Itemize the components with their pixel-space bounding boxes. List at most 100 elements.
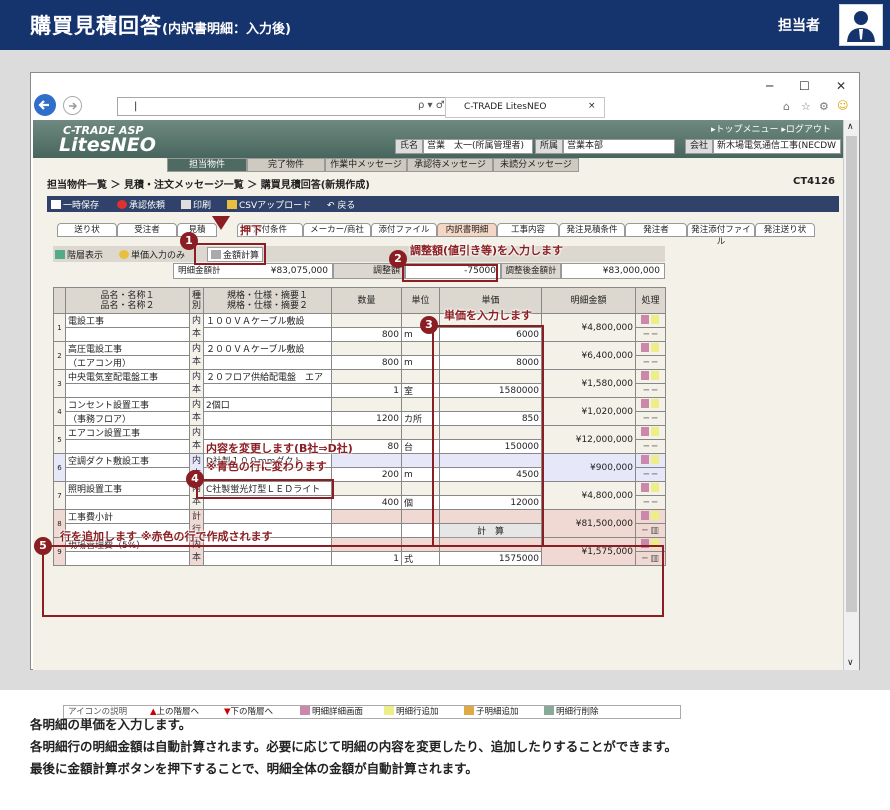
- subtab-receiver[interactable]: 受注者: [117, 223, 177, 237]
- qty-input[interactable]: 1200: [331, 411, 402, 426]
- tab-completed[interactable]: 完了物件: [247, 158, 325, 172]
- add-row-icon[interactable]: [650, 343, 659, 352]
- row-actions-2[interactable]: ─ ─: [635, 383, 666, 398]
- search-icon[interactable]: ρ ▾ ♂: [418, 100, 445, 111]
- edit-icon[interactable]: [640, 483, 649, 492]
- edit-icon[interactable]: [640, 399, 649, 408]
- add-row-icon[interactable]: [650, 511, 659, 520]
- subtab-work[interactable]: 工事内容: [497, 223, 559, 237]
- name2-input[interactable]: （事務フロア）: [65, 411, 190, 426]
- unit-input-only-toggle[interactable]: 単価入力のみ: [119, 248, 185, 261]
- edit-icon[interactable]: [640, 511, 649, 520]
- row-actions[interactable]: [635, 369, 666, 384]
- subtab-attachments[interactable]: 添付ファイル: [371, 223, 437, 237]
- add-row-icon[interactable]: [650, 483, 659, 492]
- name2-input[interactable]: [65, 439, 190, 454]
- close-icon[interactable]: ✕: [836, 79, 846, 93]
- name2-input[interactable]: [65, 383, 190, 398]
- trash-icon[interactable]: ─ ▥: [642, 526, 659, 536]
- gear-icon[interactable]: ⚙: [819, 100, 829, 113]
- name1-input[interactable]: エアコン設置工事: [65, 425, 190, 440]
- add-row-icon[interactable]: [650, 455, 659, 464]
- row-actions-2[interactable]: ─ ─: [635, 439, 666, 454]
- approval-request-button[interactable]: 承認依頼: [117, 198, 165, 211]
- spec2-input[interactable]: [203, 355, 332, 370]
- row-actions[interactable]: [635, 341, 666, 356]
- edit-icon[interactable]: [640, 343, 649, 352]
- row-actions-2[interactable]: ─ ▥: [635, 523, 666, 538]
- name1-input[interactable]: 照明設置工事: [65, 481, 190, 496]
- hierarchy-toggle[interactable]: 階層表示: [55, 248, 103, 261]
- row-actions[interactable]: [635, 509, 666, 524]
- qty-input[interactable]: 200: [331, 467, 402, 482]
- tab-unread[interactable]: 未読分メッセージ: [493, 158, 579, 172]
- spec1-input[interactable]: ２０フロア供給配電盤 エア: [203, 369, 332, 384]
- name2-input[interactable]: [65, 467, 190, 482]
- row-actions-2[interactable]: ─ ─: [635, 411, 666, 426]
- forward-icon[interactable]: [63, 96, 82, 115]
- tab-in-progress[interactable]: 作業中メッセージ: [325, 158, 407, 172]
- vertical-scrollbar[interactable]: ∧ ∨: [843, 120, 859, 670]
- spec1-input[interactable]: [203, 425, 332, 440]
- spec1-input[interactable]: １００ＶＡケーブル敷設: [203, 313, 332, 328]
- row-actions[interactable]: [635, 425, 666, 440]
- row-actions[interactable]: [635, 397, 666, 412]
- csv-upload-button[interactable]: CSVアップロード: [227, 198, 311, 211]
- spec1-input[interactable]: ２００ＶＡケーブル敷設: [203, 341, 332, 356]
- subtab-details[interactable]: 内訳書明細: [437, 223, 497, 237]
- back-icon[interactable]: [34, 94, 56, 116]
- row-actions[interactable]: [635, 453, 666, 468]
- spec2-input[interactable]: [203, 411, 332, 426]
- name2-input[interactable]: [65, 327, 190, 342]
- name1-input[interactable]: 電設工事: [65, 313, 190, 328]
- name2-input[interactable]: （エアコン用）: [65, 355, 190, 370]
- add-row-icon[interactable]: [650, 427, 659, 436]
- temp-save-button[interactable]: 一時保存: [51, 198, 99, 211]
- subtab-order-conditions[interactable]: 発注見積条件: [559, 223, 625, 237]
- name1-input[interactable]: 中央電気室配電盤工事: [65, 369, 190, 384]
- subtab-order-attachments[interactable]: 発注添付ファイル: [687, 223, 755, 247]
- spec2-input[interactable]: [203, 327, 332, 342]
- home-icon[interactable]: ⌂: [783, 100, 790, 113]
- subtab-invoice[interactable]: 送り状: [57, 223, 117, 237]
- row-actions-2[interactable]: ─ ─: [635, 467, 666, 482]
- qty-input[interactable]: 800: [331, 355, 402, 370]
- address-bar[interactable]: | ρ ▾ ♂: [117, 97, 469, 116]
- subtab-orderer[interactable]: 発注者: [625, 223, 687, 237]
- name1-input[interactable]: 空調ダクト敷設工事: [65, 453, 190, 468]
- maximize-icon[interactable]: ☐: [799, 79, 810, 93]
- name1-input[interactable]: コンセント設置工事: [65, 397, 190, 412]
- spec2-input[interactable]: [203, 383, 332, 398]
- add-row-icon[interactable]: [650, 371, 659, 380]
- spec1-input[interactable]: [203, 509, 332, 524]
- top-menu-links[interactable]: ▸トップメニュー ▸ログアウト: [711, 122, 831, 135]
- subtab-maker[interactable]: メーカー/商社: [303, 223, 371, 237]
- add-row-icon[interactable]: [650, 399, 659, 408]
- scroll-up-icon[interactable]: ∧: [847, 122, 854, 132]
- name2-input[interactable]: [65, 495, 190, 510]
- qty-input[interactable]: [331, 523, 402, 538]
- qty-input[interactable]: 1: [331, 383, 402, 398]
- row-actions-2[interactable]: ─ ─: [635, 355, 666, 370]
- name1-input[interactable]: 工事費小計: [65, 509, 190, 524]
- edit-icon[interactable]: [640, 455, 649, 464]
- minimize-icon[interactable]: ─: [766, 79, 773, 93]
- qty-input[interactable]: 400: [331, 495, 402, 510]
- subtab-order-invoice[interactable]: 発注送り状: [755, 223, 815, 237]
- row-actions[interactable]: [635, 481, 666, 496]
- print-button[interactable]: 印刷: [181, 198, 211, 211]
- scroll-down-icon[interactable]: ∨: [847, 658, 854, 668]
- back-button[interactable]: ↶ 戻る: [327, 198, 355, 211]
- add-row-icon[interactable]: [650, 315, 659, 324]
- tab-assigned[interactable]: 担当物件: [167, 158, 247, 172]
- tab-pending[interactable]: 承認待メッセージ: [407, 158, 493, 172]
- edit-icon[interactable]: [640, 315, 649, 324]
- row-actions[interactable]: [635, 313, 666, 328]
- edit-icon[interactable]: [640, 371, 649, 380]
- star-icon[interactable]: ☆: [801, 100, 811, 113]
- row-actions-2[interactable]: ─ ─: [635, 327, 666, 342]
- edit-icon[interactable]: [640, 427, 649, 436]
- row-actions-2[interactable]: ─ ─: [635, 495, 666, 510]
- smiley-icon[interactable]: ☺: [837, 99, 848, 112]
- name1-input[interactable]: 高圧電設工事: [65, 341, 190, 356]
